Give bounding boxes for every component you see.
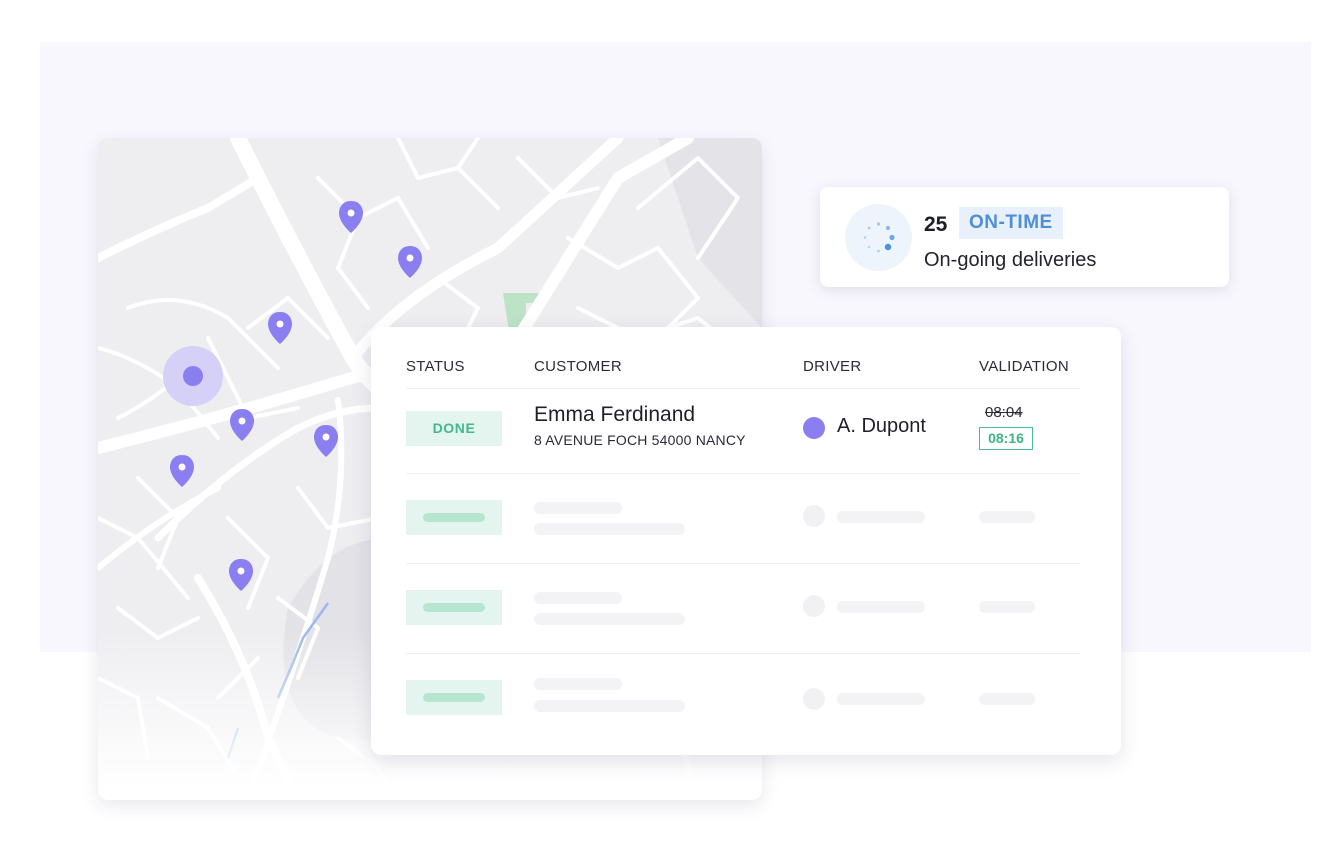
- customer-address: 8 AVENUE FOCH 54000 NANCY: [534, 432, 746, 448]
- placeholder-avatar: [803, 688, 825, 710]
- on-time-stats-card: 25 ON-TIME On-going deliveries: [820, 187, 1229, 287]
- placeholder-avatar: [803, 595, 825, 617]
- placeholder-status: [406, 590, 502, 625]
- ongoing-deliveries-label: On-going deliveries: [924, 249, 1097, 271]
- column-header-status[interactable]: STATUS: [406, 358, 465, 375]
- deliveries-table: STATUS CUSTOMER DRIVER VALIDATION DONE E…: [371, 327, 1121, 755]
- placeholder-bar: [837, 693, 925, 705]
- on-time-badge: ON-TIME: [959, 207, 1063, 239]
- validated-time: 08:16: [979, 427, 1033, 450]
- row-divider: [406, 473, 1080, 474]
- on-time-count: 25: [924, 213, 948, 236]
- row-divider: [406, 653, 1080, 654]
- placeholder-bar: [979, 511, 1035, 523]
- placeholder-bar: [534, 502, 622, 514]
- status-badge: DONE: [406, 411, 502, 446]
- row-divider: [406, 563, 1080, 564]
- header-divider: [406, 388, 1080, 389]
- current-location-dot: [183, 366, 203, 386]
- placeholder-bar: [534, 592, 622, 604]
- placeholder-status: [406, 680, 502, 715]
- placeholder-bar: [837, 511, 925, 523]
- placeholder-bar: [534, 678, 622, 690]
- placeholder-bar: [979, 693, 1035, 705]
- placeholder-status: [406, 500, 502, 535]
- planned-time: 08:04: [985, 404, 1023, 421]
- placeholder-bar: [534, 613, 685, 625]
- driver-name: A. Dupont: [837, 415, 926, 437]
- customer-name: Emma Ferdinand: [534, 403, 696, 426]
- placeholder-bar: [534, 700, 685, 712]
- column-header-driver[interactable]: DRIVER: [803, 358, 861, 375]
- driver-avatar: [803, 417, 825, 439]
- placeholder-bar: [979, 601, 1035, 613]
- delivery-dashboard-illustration: 25 ON-TIME On-going deliveries STATUS CU…: [0, 0, 1344, 865]
- column-header-validation[interactable]: VALIDATION: [979, 358, 1069, 375]
- column-header-customer[interactable]: CUSTOMER: [534, 358, 622, 375]
- placeholder-bar: [837, 601, 925, 613]
- placeholder-bar: [534, 523, 685, 535]
- loading-dots-icon: [845, 204, 912, 271]
- placeholder-avatar: [803, 505, 825, 527]
